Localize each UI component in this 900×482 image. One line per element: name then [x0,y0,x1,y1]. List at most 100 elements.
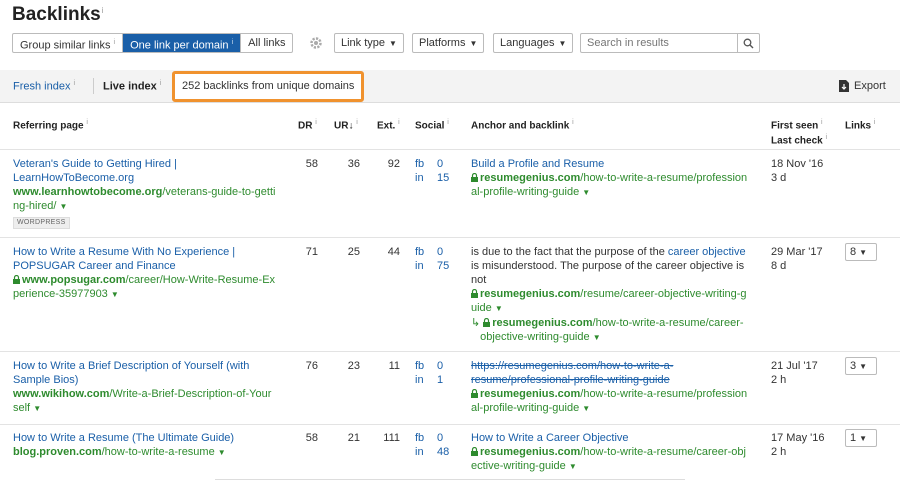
referring-page-cell: Veteran's Guide to Getting Hired | LearnH… [13,157,288,229]
all-links-button[interactable]: All links [241,34,292,52]
url-menu-caret-icon[interactable]: ▼ [59,202,67,211]
col-ur[interactable]: UR↓ i [334,117,358,132]
ext-value: 11 [388,360,400,372]
anchor-link[interactable]: How to Write a Career Objective [471,432,629,444]
col-first-seen[interactable]: First seen i Last check i [771,117,827,148]
divider [93,78,94,94]
lock-icon [471,447,478,456]
caret-down-icon: ▼ [859,434,868,443]
ur-value: 23 [347,360,360,372]
referring-page-cell: How to Write a Brief Description of Your… [13,359,288,416]
links-count-dropdown[interactable]: 1 ▼ [845,429,877,447]
links-count-dropdown[interactable]: 3 ▼ [845,357,877,375]
lock-icon [471,389,478,398]
anchor-cell: Build a Profile and Resume resumegenius.… [471,157,761,200]
backlink-url-link[interactable]: resumegenius.com/how-to-write-a-resume/p… [471,388,747,414]
col-referring-page[interactable]: Referring page i [13,117,88,132]
referring-page-title-link[interactable]: How to Write a Resume (The Ultimate Guid… [13,432,234,444]
info-icon: i [315,119,317,126]
info-icon[interactable]: i [102,6,104,15]
lost-backlink-url[interactable]: https://resumegenius.com/how-to-write-a-… [471,360,673,386]
live-index-label[interactable]: Live index i [103,80,161,93]
lock-icon [13,275,20,284]
url-menu-caret-icon[interactable]: ▼ [593,333,601,342]
backlink-url-link[interactable]: resumegenius.com/resume/career-objective… [471,288,747,314]
col-ext[interactable]: Ext. i [377,117,400,132]
referring-page-cell: How to Write a Resume With No Experience… [13,245,288,302]
social-fb: fb in [415,432,425,458]
anchor-link[interactable]: Build a Profile and Resume [471,158,604,170]
info-icon: i [86,119,88,126]
index-bar: Fresh index i Live index i 252 backlinks… [0,70,900,103]
url-menu-caret-icon[interactable]: ▼ [218,448,226,457]
anchor-link[interactable]: career objective [668,246,746,258]
referring-page-title-link[interactable]: Veteran's Guide to Getting Hired | LearnH… [13,158,177,184]
group-similar-links-button[interactable]: Group similar links i [13,34,124,52]
info-icon: i [231,39,234,46]
referring-page-title-link[interactable]: How to Write a Brief Description of Your… [13,360,249,386]
caret-down-icon: ▼ [469,39,478,48]
caret-down-icon: ▼ [389,39,397,48]
info-icon: i [356,119,358,126]
anchor-context: is due to the fact that the purpose of t… [471,246,746,286]
first-seen-cell: 18 Nov '16 3 d [771,158,824,184]
social-counts[interactable]: 01 [437,359,443,387]
col-links[interactable]: Links i [845,117,875,132]
backlink-url-link[interactable]: resumegenius.com/how-to-write-a-resume/c… [471,446,746,472]
url-menu-caret-icon[interactable]: ▼ [582,404,590,413]
platforms-dropdown[interactable]: Platforms ▼ [412,33,485,53]
ext-value: 92 [387,158,400,170]
export-button[interactable]: Export [839,80,886,92]
col-social[interactable]: Social i [415,117,449,132]
link-type-dropdown[interactable]: Link type ▼ [334,33,404,53]
dr-value: 71 [305,246,318,258]
caret-down-icon: ▼ [859,248,868,257]
info-icon: i [825,134,828,142]
export-icon [839,80,849,92]
anchor-cell: is due to the fact that the purpose of t… [471,245,763,345]
col-dr[interactable]: DR i [298,117,317,132]
search-icon [743,38,754,48]
backlinks-count: 252 backlinks from unique domains [172,71,365,102]
ur-value: 21 [347,432,360,444]
search-input[interactable] [581,34,731,52]
ext-value: 44 [387,246,400,258]
one-link-per-domain-button[interactable]: One link per domain i [123,34,242,52]
search-button[interactable] [737,34,759,52]
anchor-cell: How to Write a Career Objective resumege… [471,431,761,474]
links-count-dropdown[interactable]: 8 ▼ [845,243,877,261]
url-menu-caret-icon[interactable]: ▼ [582,188,590,197]
first-seen-cell: 21 Jul '17 2 h [771,360,818,386]
referring-page-cell: How to Write a Resume (The Ultimate Guid… [13,431,288,460]
social-fb: fb in [415,158,425,184]
languages-dropdown[interactable]: Languages ▼ [493,33,574,53]
anchor-cell: https://resumegenius.com/how-to-write-a-… [471,359,761,416]
dr-value: 76 [305,360,318,372]
social-counts[interactable]: 0 15 [437,157,449,185]
redirect-arrow-icon: ↳ [471,317,481,329]
redirect-url-link[interactable]: ↳ resumegenius.com/how-to-write-a-resume… [471,317,744,343]
referring-page-url-link[interactable]: www.learnhowtobecome.org/veterans-guide-… [13,186,275,212]
url-menu-caret-icon[interactable]: ▼ [111,290,119,299]
referring-page-url-link[interactable]: www.wikihow.com/Write-a-Brief-Descriptio… [13,388,271,414]
divider [0,149,900,150]
url-menu-caret-icon[interactable]: ▼ [33,404,41,413]
dr-value: 58 [305,432,318,444]
social-counts[interactable]: 0 48 [437,431,449,459]
referring-page-title-link[interactable]: How to Write a Resume With No Experience… [13,246,235,272]
caret-down-icon: ▼ [558,39,567,48]
link-grouping-toggle: Group similar links i One link per domai… [12,33,294,53]
referring-page-url-link[interactable]: www.popsugar.com/career/How-Write-Resume… [13,274,275,300]
social-counts[interactable]: 0 75 [437,245,449,273]
lock-icon [471,173,478,182]
first-seen-cell: 29 Mar '17 8 d [771,246,823,272]
url-menu-caret-icon[interactable]: ▼ [569,462,577,471]
referring-page-url-link[interactable]: blog.proven.com/how-to-write-a-resume [13,446,215,458]
gear-icon[interactable] [309,36,323,53]
info-icon: i [821,119,823,126]
backlink-url-link[interactable]: resumegenius.com/how-to-write-a-resume/p… [471,172,747,198]
sort-desc-icon: ↓ [348,120,354,132]
col-anchor[interactable]: Anchor and backlink i [471,117,574,132]
fresh-index-link[interactable]: Fresh index i [13,80,75,93]
url-menu-caret-icon[interactable]: ▼ [495,304,503,313]
